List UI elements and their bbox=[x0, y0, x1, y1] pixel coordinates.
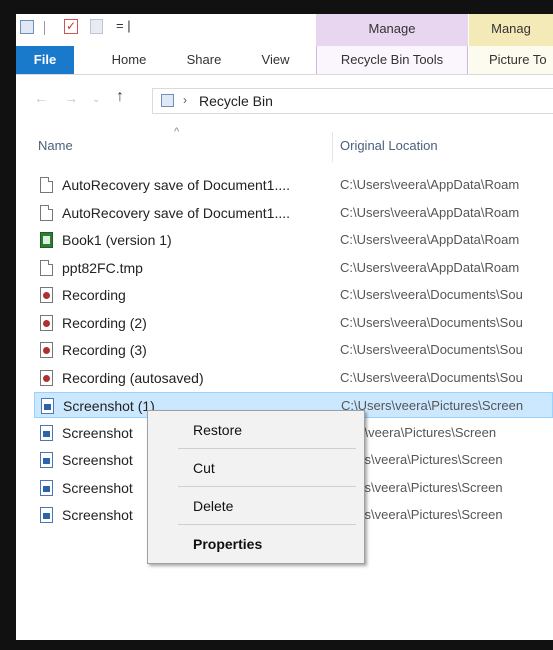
breadcrumb-recycle-bin[interactable]: Recycle Bin bbox=[199, 93, 273, 109]
file-name: Screenshot bbox=[62, 480, 133, 496]
file-row[interactable]: Recording (2) C:\Users\veera\Documents\So… bbox=[34, 310, 553, 336]
manage-picture-group: Manag bbox=[469, 14, 553, 46]
file-row[interactable]: ppt82FC.tmp C:\Users\veera\AppData\Roam bbox=[34, 255, 553, 281]
file-name: Recording (autosaved) bbox=[62, 370, 204, 386]
image-icon bbox=[41, 398, 54, 414]
menu-item-label: Cut bbox=[193, 460, 215, 476]
file-original-location: C:\Users\veera\Pictures\Screen bbox=[341, 398, 524, 413]
customize-toolbar-icon[interactable]: = | bbox=[116, 18, 131, 33]
file-name: Recording bbox=[62, 287, 126, 303]
document-icon bbox=[40, 260, 53, 276]
column-header-original-location[interactable]: Original Location bbox=[340, 138, 438, 153]
image-icon bbox=[40, 507, 53, 523]
file-row[interactable]: Recording (3) C:\Users\veera\Documents\So… bbox=[34, 337, 553, 363]
file-row[interactable]: Recording C:\Users\veera\Documents\Sou bbox=[34, 282, 553, 308]
file-name: Screenshot bbox=[62, 452, 133, 468]
context-menu: Restore Cut Delete Properties bbox=[147, 410, 365, 564]
recording-icon bbox=[40, 370, 53, 386]
breadcrumb-chevron-icon[interactable]: › bbox=[183, 93, 187, 107]
file-row[interactable]: AutoRecovery save of Document1.... C:\Use… bbox=[34, 200, 553, 226]
menu-item-restore[interactable]: Restore bbox=[148, 415, 364, 445]
document-icon bbox=[40, 177, 53, 193]
menu-item-label: Restore bbox=[193, 422, 243, 438]
tab-recycle-bin-tools[interactable]: Recycle Bin Tools bbox=[316, 46, 468, 74]
new-folder-icon[interactable] bbox=[90, 19, 103, 34]
document-icon bbox=[40, 205, 53, 221]
menu-separator bbox=[178, 524, 356, 525]
file-name: ppt82FC.tmp bbox=[62, 260, 143, 276]
excel-icon bbox=[40, 232, 53, 248]
file-name: Recording (2) bbox=[62, 315, 147, 331]
recent-locations-icon[interactable]: ⌄ bbox=[92, 94, 100, 105]
up-arrow-icon[interactable]: ↑ bbox=[116, 88, 124, 106]
image-icon bbox=[40, 480, 53, 496]
menu-separator bbox=[178, 448, 356, 449]
navigation-bar: ← → ⌄ ↑ › Recycle Bin bbox=[16, 86, 553, 116]
file-name: Screenshot bbox=[62, 425, 133, 441]
file-row[interactable]: Recording (autosaved) C:\Users\veera\Docu… bbox=[34, 365, 553, 391]
screenshot-frame: ✓ = | Manage Manag File Home Share View … bbox=[0, 0, 553, 650]
file-name: Recording (3) bbox=[62, 342, 147, 358]
recycle-bin-icon[interactable] bbox=[20, 20, 34, 34]
properties-check-icon[interactable]: ✓ bbox=[64, 19, 78, 34]
file-original-location: C:\Users\veera\AppData\Roam bbox=[340, 232, 520, 247]
file-name: Screenshot (1) bbox=[63, 398, 155, 414]
recycle-bin-icon bbox=[161, 94, 174, 107]
forward-arrow-icon[interactable]: → bbox=[64, 90, 78, 106]
recording-icon bbox=[40, 342, 53, 358]
back-arrow-icon[interactable]: ← bbox=[34, 90, 48, 106]
menu-item-label: Delete bbox=[193, 498, 234, 514]
file-name: AutoRecovery save of Document1.... bbox=[62, 177, 290, 193]
file-row[interactable]: Book1 (version 1) C:\Users\veera\AppData\… bbox=[34, 227, 553, 253]
recording-icon bbox=[40, 287, 53, 303]
column-headers: ^ Name Original Location bbox=[16, 126, 553, 162]
tab-home[interactable]: Home bbox=[104, 46, 154, 74]
menu-item-cut[interactable]: Cut bbox=[148, 453, 364, 483]
tab-file[interactable]: File bbox=[16, 46, 74, 74]
column-header-name[interactable]: Name bbox=[38, 138, 73, 153]
file-original-location: C:\Users\veera\AppData\Roam bbox=[340, 177, 520, 192]
menu-item-properties[interactable]: Properties bbox=[148, 529, 364, 559]
file-explorer-window: ✓ = | Manage Manag File Home Share View … bbox=[16, 14, 553, 640]
tab-view[interactable]: View bbox=[253, 46, 298, 74]
image-icon bbox=[40, 452, 53, 468]
file-original-location: C:\Users\veera\AppData\Roam bbox=[340, 205, 520, 220]
title-bar: ✓ = | Manage Manag bbox=[16, 14, 553, 46]
recording-icon bbox=[40, 315, 53, 331]
column-divider[interactable] bbox=[332, 132, 333, 162]
file-name: Book1 (version 1) bbox=[62, 232, 172, 248]
ribbon-tabs: File Home Share View Recycle Bin Tools P… bbox=[16, 46, 553, 75]
file-original-location: C:\Users\veera\Documents\Sou bbox=[340, 315, 523, 330]
file-name: AutoRecovery save of Document1.... bbox=[62, 205, 290, 221]
tab-share[interactable]: Share bbox=[179, 46, 229, 74]
tab-picture-tools[interactable]: Picture To bbox=[469, 46, 553, 74]
sort-ascending-icon: ^ bbox=[174, 126, 180, 138]
manage-recycle-bin-group: Manage bbox=[316, 14, 468, 46]
file-row[interactable]: AutoRecovery save of Document1.... C:\Use… bbox=[34, 172, 553, 198]
menu-separator bbox=[178, 486, 356, 487]
toolbar-divider bbox=[44, 21, 45, 35]
file-original-location: C:\Users\veera\AppData\Roam bbox=[340, 260, 520, 275]
menu-item-delete[interactable]: Delete bbox=[148, 491, 364, 521]
file-original-location: C:\Users\veera\Documents\Sou bbox=[340, 370, 523, 385]
image-icon bbox=[40, 425, 53, 441]
address-bar[interactable]: › Recycle Bin bbox=[152, 88, 553, 114]
file-name: Screenshot bbox=[62, 507, 133, 523]
menu-item-label: Properties bbox=[193, 536, 263, 552]
file-original-location: C:\Users\veera\Documents\Sou bbox=[340, 342, 523, 357]
file-original-location: C:\Users\veera\Documents\Sou bbox=[340, 287, 523, 302]
